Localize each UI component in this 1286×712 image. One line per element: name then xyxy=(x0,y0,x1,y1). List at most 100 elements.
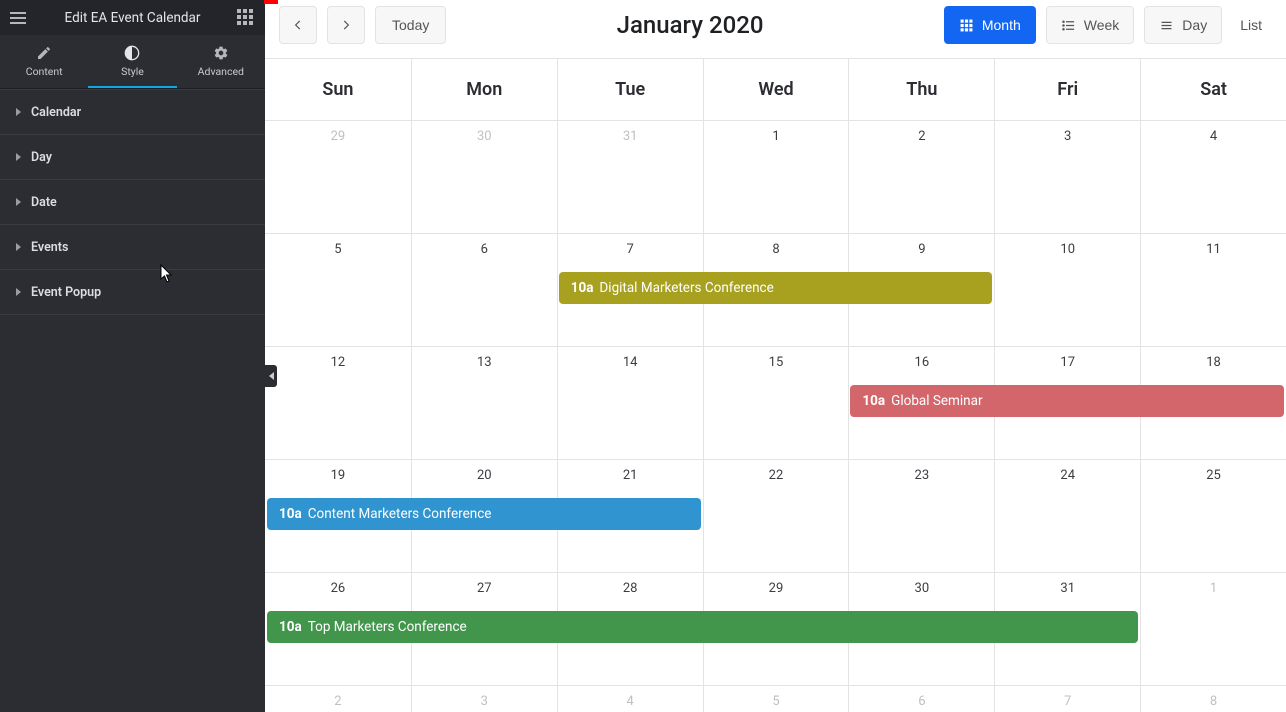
date-number: 25 xyxy=(1141,468,1286,483)
cursor-icon xyxy=(160,264,174,284)
calendar-cell[interactable]: 2 xyxy=(265,686,411,712)
calendar-cell[interactable]: 4 xyxy=(557,686,703,712)
caret-right-icon xyxy=(16,288,21,296)
date-number: 7 xyxy=(558,242,703,257)
calendar-cell[interactable]: 1 xyxy=(703,121,849,234)
date-number: 27 xyxy=(412,581,557,596)
calendar-cell[interactable]: 29 xyxy=(265,121,411,234)
widget-title: Edit EA Event Calendar xyxy=(0,10,265,26)
calendar-cell[interactable]: 3 xyxy=(994,121,1140,234)
prev-button[interactable] xyxy=(279,6,317,44)
tab-style[interactable]: Style xyxy=(88,35,176,88)
calendar-cell[interactable]: 23 xyxy=(848,460,994,573)
date-number: 11 xyxy=(1141,242,1286,257)
today-button[interactable]: Today xyxy=(375,6,446,44)
next-button[interactable] xyxy=(327,6,365,44)
pencil-icon xyxy=(36,45,52,61)
calendar-body: 2930311234567891011121314151617181920212… xyxy=(265,121,1286,712)
date-number: 5 xyxy=(704,694,849,709)
calendar-cell[interactable]: 7 xyxy=(994,686,1140,712)
calendar-cell[interactable]: 4 xyxy=(1140,121,1286,234)
calendar-cell[interactable]: 11 xyxy=(1140,234,1286,347)
date-number: 19 xyxy=(265,468,411,483)
date-number: 6 xyxy=(849,694,994,709)
calendar-cell[interactable]: 15 xyxy=(703,347,849,460)
date-number: 20 xyxy=(412,468,557,483)
day-header: Mon xyxy=(411,59,557,121)
chevron-right-icon xyxy=(339,18,353,32)
caret-right-icon xyxy=(16,108,21,116)
editor-sidebar: Edit EA Event Calendar Content Style Adv… xyxy=(0,0,265,712)
calendar-cell[interactable]: 10 xyxy=(994,234,1140,347)
event-bar[interactable]: 10aGlobal Seminar xyxy=(850,385,1284,417)
tab-advanced-label: Advanced xyxy=(177,65,265,78)
calendar-cell[interactable]: 3 xyxy=(411,686,557,712)
style-sections: CalendarDayDate Events Event Popup xyxy=(0,89,265,315)
caret-right-icon xyxy=(16,153,21,161)
tab-content-label: Content xyxy=(0,65,88,78)
event-time: 10a xyxy=(571,280,594,296)
date-number: 12 xyxy=(265,355,411,370)
date-number: 31 xyxy=(558,129,703,144)
calendar-cell[interactable]: 24 xyxy=(994,460,1140,573)
day-header: Sun xyxy=(265,59,411,121)
date-number: 28 xyxy=(558,581,703,596)
calendar-cell[interactable]: 30 xyxy=(411,121,557,234)
date-number: 14 xyxy=(558,355,703,370)
day-header: Fri xyxy=(994,59,1140,121)
accordion-section[interactable]: Date xyxy=(0,179,265,224)
view-month-button[interactable]: Month xyxy=(944,6,1036,44)
date-number: 10 xyxy=(995,242,1140,257)
tab-content[interactable]: Content xyxy=(0,35,88,88)
tab-advanced[interactable]: Advanced xyxy=(177,35,265,88)
calendar-cell[interactable]: 14 xyxy=(557,347,703,460)
editor-tabs: Content Style Advanced xyxy=(0,35,265,89)
accordion-section[interactable]: Day xyxy=(0,134,265,179)
day-header: Thu xyxy=(848,59,994,121)
event-bar[interactable]: 10a Digital Marketers Conference xyxy=(559,272,993,304)
calendar-cell[interactable]: 5 xyxy=(703,686,849,712)
view-list-button[interactable]: List xyxy=(1230,6,1272,44)
calendar-cell[interactable]: 1 xyxy=(1140,573,1286,686)
list-icon xyxy=(1061,18,1076,33)
date-number: 2 xyxy=(849,129,994,144)
date-number: 18 xyxy=(1141,355,1286,370)
day-header: Tue xyxy=(557,59,703,121)
calendar-cell[interactable]: 22 xyxy=(703,460,849,573)
date-number: 8 xyxy=(1141,694,1286,709)
event-bar[interactable]: 10aTop Marketers Conference xyxy=(267,611,1138,643)
calendar-cell[interactable]: 5 xyxy=(265,234,411,347)
date-number: 3 xyxy=(995,129,1140,144)
accordion-label: Events xyxy=(31,240,68,255)
accordion-section[interactable]: Events xyxy=(0,224,265,269)
date-number: 1 xyxy=(1141,581,1286,596)
calendar-day-headers: SunMonTueWedThuFriSat xyxy=(265,59,1286,121)
date-number: 30 xyxy=(849,581,994,596)
date-number: 5 xyxy=(265,242,411,257)
event-bar[interactable]: 10aContent Marketers Conference xyxy=(267,498,701,530)
view-day-button[interactable]: Day xyxy=(1144,6,1222,44)
calendar-cell[interactable]: 13 xyxy=(411,347,557,460)
date-number: 6 xyxy=(412,242,557,257)
calendar-cell[interactable]: 6 xyxy=(411,234,557,347)
caret-right-icon xyxy=(16,198,21,206)
date-number: 21 xyxy=(558,468,703,483)
calendar-cell[interactable]: 2 xyxy=(848,121,994,234)
date-number: 1 xyxy=(704,129,849,144)
accordion-section[interactable]: Calendar xyxy=(0,90,265,134)
calendar-cell[interactable]: 12 xyxy=(265,347,411,460)
accordion-section[interactable]: Event Popup xyxy=(0,269,265,314)
view-week-button[interactable]: Week xyxy=(1046,6,1135,44)
accordion-label: Event Popup xyxy=(31,285,101,300)
date-number: 24 xyxy=(995,468,1140,483)
date-number: 15 xyxy=(704,355,849,370)
calendar-cell[interactable]: 31 xyxy=(557,121,703,234)
calendar-cell[interactable]: 25 xyxy=(1140,460,1286,573)
calendar-cell[interactable]: 6 xyxy=(848,686,994,712)
date-number: 30 xyxy=(412,129,557,144)
calendar-preview: Today January 2020 Month Week Day List S… xyxy=(265,0,1286,712)
calendar-cell[interactable]: 8 xyxy=(1140,686,1286,712)
event-title: Digital Marketers Conference xyxy=(599,280,773,296)
view-day-label: Day xyxy=(1182,17,1207,33)
date-number: 29 xyxy=(265,129,411,144)
